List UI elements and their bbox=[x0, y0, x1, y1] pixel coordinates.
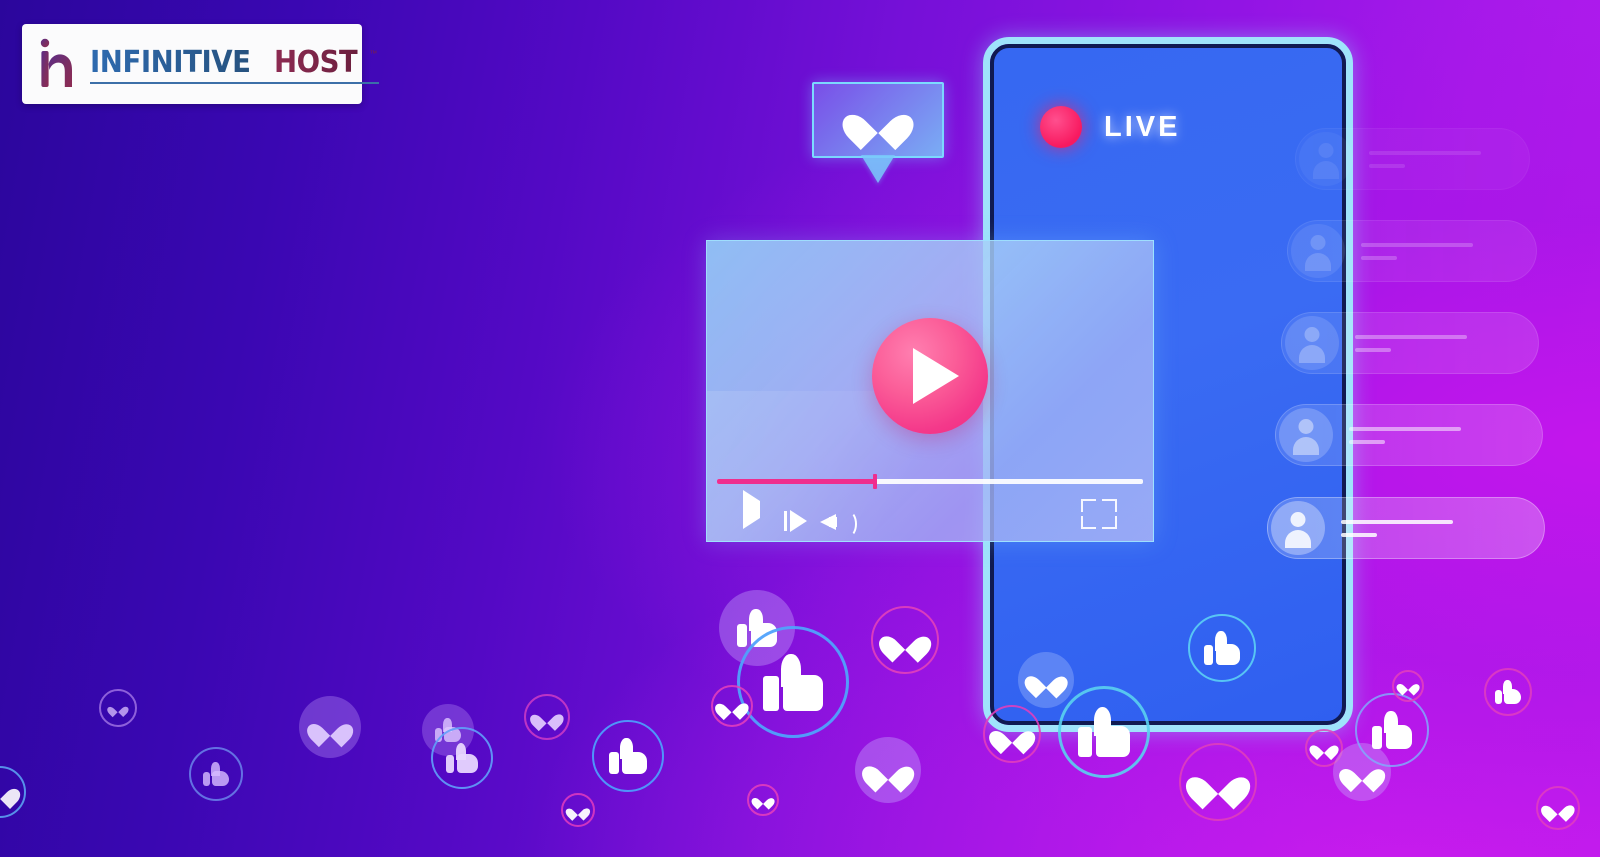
thumbs-up-icon bbox=[1495, 679, 1521, 705]
reaction-bubble-thumb[interactable] bbox=[1355, 693, 1429, 767]
reaction-bubble-heart[interactable] bbox=[983, 705, 1041, 763]
reaction-bubble-heart[interactable] bbox=[524, 694, 570, 740]
heart-icon bbox=[721, 696, 743, 716]
thumbs-up-icon bbox=[763, 653, 823, 711]
reaction-bubble-heart[interactable] bbox=[1179, 743, 1257, 821]
heart-icon bbox=[997, 721, 1027, 748]
reaction-bubble-heart[interactable] bbox=[855, 737, 921, 803]
reaction-bubble-heart[interactable] bbox=[711, 685, 753, 727]
reaction-bubble-thumb[interactable] bbox=[737, 626, 849, 738]
reaction-bubble-thumb[interactable] bbox=[1188, 614, 1256, 682]
thumbs-up-icon bbox=[1204, 630, 1240, 666]
heart-icon bbox=[1032, 667, 1060, 692]
heart-icon bbox=[111, 702, 125, 715]
reaction-bubble-heart[interactable] bbox=[747, 784, 779, 816]
heart-icon bbox=[871, 755, 905, 786]
thumbs-up-icon bbox=[609, 737, 647, 775]
reaction-bubble-thumb[interactable] bbox=[1058, 686, 1150, 778]
reaction-bubble-heart[interactable] bbox=[561, 793, 595, 827]
reaction-bubble-heart[interactable] bbox=[1018, 652, 1074, 708]
reaction-bubble-heart[interactable] bbox=[1392, 670, 1424, 702]
reaction-bubble-heart[interactable] bbox=[871, 606, 939, 674]
live-streaming-illustration: INFINITIVE HOST ™ LIVE bbox=[0, 0, 1600, 857]
heart-icon bbox=[536, 707, 558, 727]
heart-icon bbox=[888, 625, 922, 656]
thumbs-up-icon bbox=[203, 761, 229, 787]
reaction-bubble-thumb[interactable] bbox=[189, 747, 243, 801]
heart-icon bbox=[1315, 739, 1334, 756]
heart-icon bbox=[315, 714, 345, 741]
reaction-bubble-heart[interactable] bbox=[0, 766, 26, 818]
floating-reactions-layer bbox=[0, 0, 1600, 857]
thumbs-up-icon bbox=[1372, 711, 1412, 749]
reaction-bubble-heart[interactable] bbox=[99, 689, 137, 727]
heart-icon bbox=[0, 780, 13, 803]
heart-icon bbox=[1197, 763, 1239, 801]
thumbs-up-icon bbox=[446, 742, 478, 774]
thumbs-up-icon bbox=[1078, 707, 1130, 757]
heart-icon bbox=[570, 803, 586, 817]
heart-icon bbox=[1547, 798, 1569, 818]
reaction-bubble-thumb[interactable] bbox=[592, 720, 664, 792]
reaction-bubble-heart[interactable] bbox=[1536, 786, 1580, 830]
reaction-bubble-heart[interactable] bbox=[299, 696, 361, 758]
reaction-bubble-thumb[interactable] bbox=[1484, 668, 1532, 716]
heart-icon bbox=[756, 793, 771, 807]
heart-icon bbox=[1401, 679, 1416, 693]
reaction-bubble-thumb[interactable] bbox=[431, 727, 493, 789]
heart-icon bbox=[1347, 759, 1377, 786]
